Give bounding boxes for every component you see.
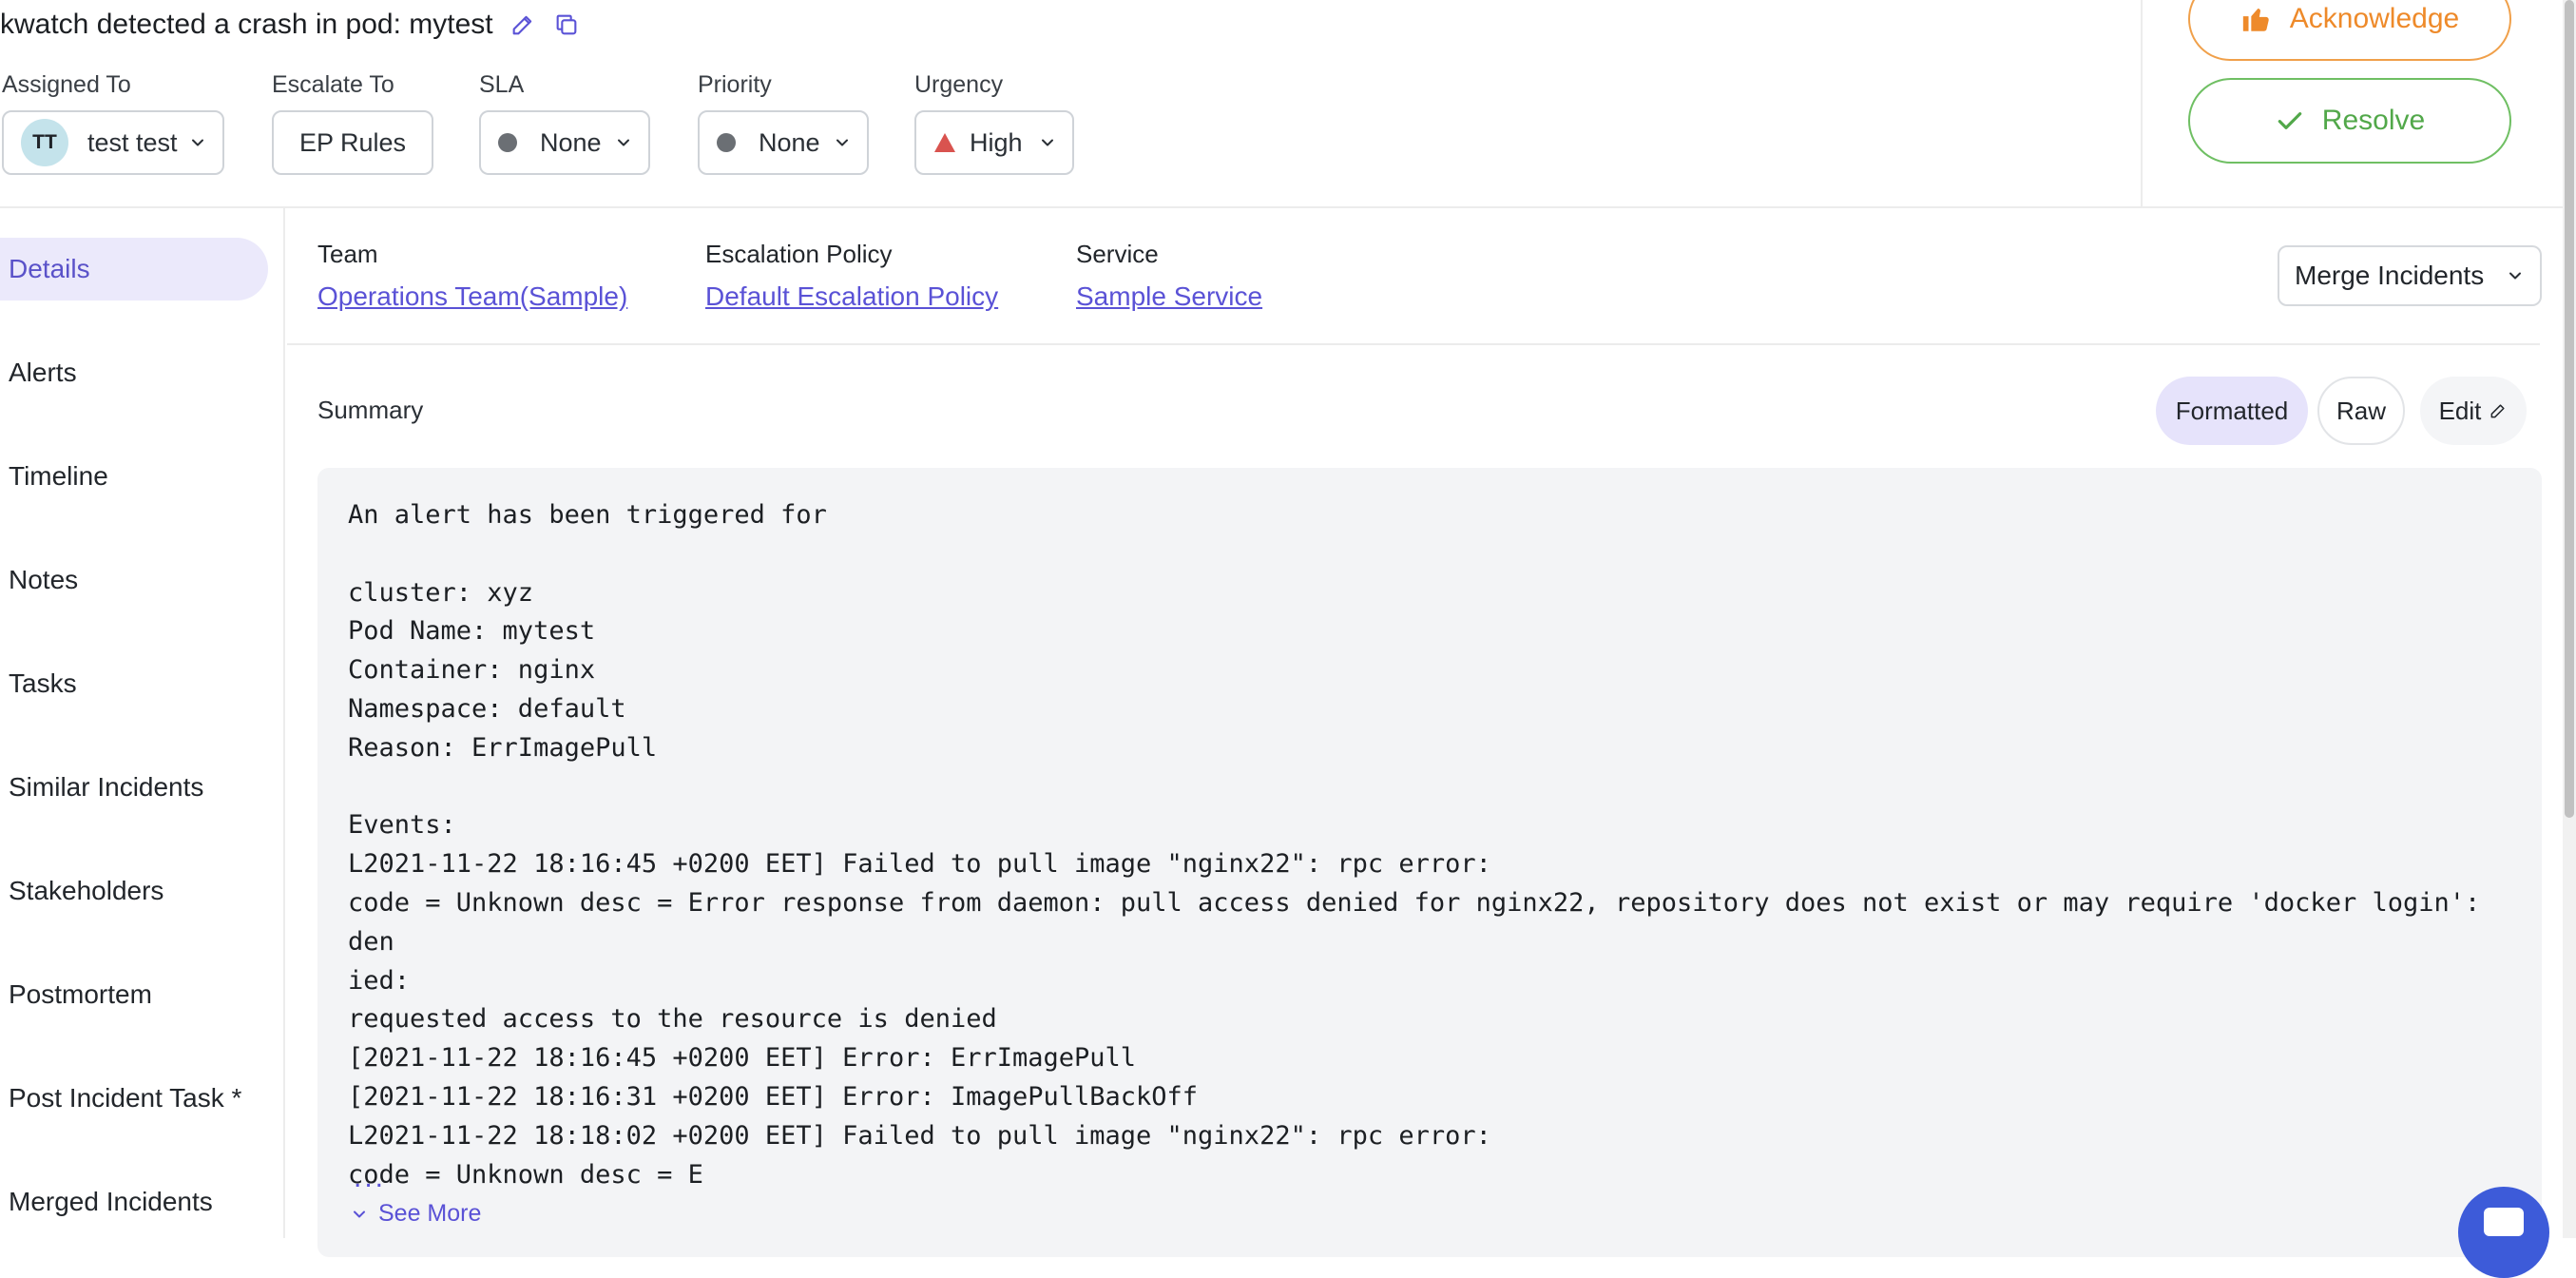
sidebar-item-details[interactable]: Details — [0, 238, 268, 300]
escalate-to-button[interactable]: EP Rules — [272, 110, 433, 175]
acknowledge-label: Acknowledge — [2289, 3, 2460, 34]
sla-label: SLA — [479, 71, 525, 98]
team-label: Team — [317, 240, 378, 268]
priority-label: Priority — [698, 71, 772, 98]
escalate-to-field: Escalate To — [272, 68, 394, 101]
sidebar-item-notes[interactable]: Notes — [0, 549, 268, 611]
service-link[interactable]: Sample Service — [1076, 281, 1262, 312]
avatar: TT — [21, 119, 68, 166]
formatted-view-button[interactable]: Formatted — [2156, 377, 2308, 445]
checkmark-icon — [2275, 106, 2305, 136]
header-divider — [0, 206, 2576, 208]
edit-label: Edit — [2438, 396, 2482, 425]
chat-icon — [2484, 1208, 2524, 1236]
sidebar-item-timeline[interactable]: Timeline — [0, 445, 268, 508]
chevron-down-icon — [614, 133, 633, 152]
urgency-value: High — [970, 127, 1023, 157]
assigned-to-label: Assigned To — [2, 71, 131, 98]
sidebar-item-similar-incidents[interactable]: Similar Incidents — [0, 756, 268, 819]
assigned-to-dropdown[interactable]: TT test test — [2, 110, 224, 175]
raw-view-button[interactable]: Raw — [2317, 377, 2405, 445]
urgency-field: Urgency — [914, 68, 1003, 101]
escalate-to-label: Escalate To — [272, 71, 394, 98]
incident-title: kwatch detected a crash in pod: mytest — [0, 9, 493, 40]
summary-label: Summary — [317, 396, 424, 424]
copy-icon[interactable] — [552, 10, 581, 39]
sla-field: SLA — [479, 68, 524, 101]
service-label: Service — [1076, 240, 1159, 268]
assigned-to-field: Assigned To — [2, 68, 131, 101]
chat-widget-button[interactable] — [2458, 1187, 2549, 1278]
chevron-down-icon — [188, 133, 207, 152]
pencil-icon — [2489, 401, 2508, 420]
escalate-to-value: EP Rules — [298, 127, 407, 157]
team-link[interactable]: Operations Team(Sample) — [317, 281, 627, 312]
section-divider — [287, 343, 2540, 345]
summary-ellipsis: ... — [354, 1162, 387, 1193]
chevron-down-icon — [1038, 133, 1057, 152]
sidebar-item-merged-incidents[interactable]: Merged Incidents — [0, 1171, 268, 1233]
sidebar-item-tasks[interactable]: Tasks — [0, 652, 268, 715]
sla-value: None — [540, 127, 602, 157]
edit-pencil-icon[interactable] — [509, 10, 537, 39]
resolve-button[interactable]: Resolve — [2188, 78, 2511, 164]
acknowledge-button[interactable]: Acknowledge — [2188, 0, 2511, 61]
status-dot-icon — [717, 133, 736, 152]
sidebar-item-stakeholders[interactable]: Stakeholders — [0, 860, 268, 922]
status-dot-icon — [498, 133, 517, 152]
priority-value: None — [759, 127, 820, 157]
page-scrollbar-thumb[interactable] — [2565, 0, 2574, 818]
edit-summary-button[interactable]: Edit — [2420, 377, 2527, 445]
assigned-to-value: test test — [87, 127, 178, 157]
incident-header: kwatch detected a crash in pod: mytest — [0, 4, 581, 46]
see-more-button[interactable]: See More — [350, 1200, 481, 1228]
warning-triangle-icon — [933, 132, 956, 153]
priority-dropdown[interactable]: None — [698, 110, 869, 175]
chevron-down-icon — [833, 133, 852, 152]
escalation-policy-label: Escalation Policy — [705, 240, 893, 268]
merge-incidents-dropdown[interactable]: Merge Incidents — [2278, 245, 2542, 306]
formatted-label: Formatted — [2175, 396, 2289, 425]
urgency-label: Urgency — [914, 71, 1004, 98]
raw-label: Raw — [2336, 396, 2386, 425]
merge-incidents-label: Merge Incidents — [2295, 261, 2485, 290]
header-divider — [2141, 0, 2143, 207]
sidebar-item-post-incident-task[interactable]: Post Incident Task * — [0, 1067, 268, 1130]
resolve-label: Resolve — [2321, 105, 2426, 136]
incident-sidebar: Details Alerts Timeline Notes Tasks Simi… — [0, 208, 285, 1238]
priority-field: Priority — [698, 68, 772, 101]
summary-body: An alert has been triggered for cluster:… — [348, 500, 2481, 1190]
chevron-down-icon — [350, 1205, 369, 1224]
sidebar-item-postmortem[interactable]: Postmortem — [0, 963, 268, 1026]
thumbs-up-icon — [2240, 3, 2273, 35]
escalation-policy-link[interactable]: Default Escalation Policy — [705, 281, 998, 312]
urgency-dropdown[interactable]: High — [914, 110, 1074, 175]
chevron-down-icon — [2506, 266, 2525, 285]
see-more-label: See More — [378, 1200, 482, 1227]
sla-dropdown[interactable]: None — [479, 110, 650, 175]
sidebar-item-alerts[interactable]: Alerts — [0, 341, 268, 404]
